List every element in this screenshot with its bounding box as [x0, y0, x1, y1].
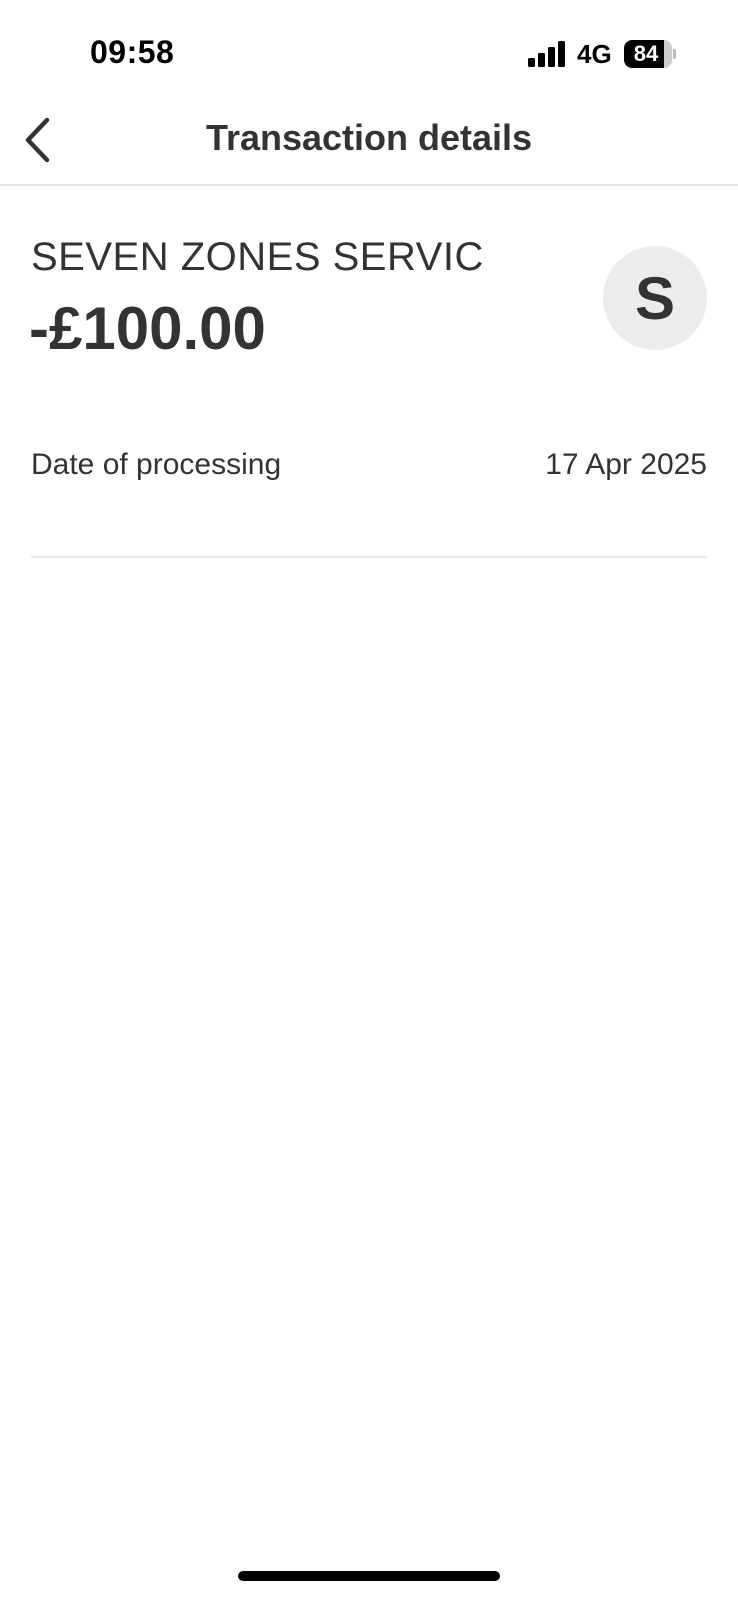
battery-level: 84	[633, 41, 659, 66]
page-title: Transaction details	[205, 117, 533, 158]
avatar-letter: S	[634, 264, 676, 332]
home-indicator[interactable]	[238, 1571, 500, 1581]
detail-row-date-of-processing: Date of processing 17 Apr 2025	[31, 444, 707, 558]
battery-icon: 84	[624, 40, 676, 68]
battery-nub	[673, 49, 676, 59]
battery-body: 84	[624, 40, 672, 68]
header: Transaction details	[0, 100, 738, 186]
transaction-amount: -£100.00	[29, 295, 266, 362]
detail-label: Date of processing	[31, 448, 282, 481]
merchant-name: SEVEN ZONES SERVIC	[31, 235, 484, 279]
cellular-signal-icon	[528, 41, 565, 67]
merchant-avatar: S	[603, 246, 707, 350]
status-bar: 09:58 4G 84	[0, 0, 738, 100]
network-label: 4G	[577, 39, 612, 69]
status-time: 09:58	[90, 34, 175, 70]
detail-value: 17 Apr 2025	[545, 448, 707, 481]
